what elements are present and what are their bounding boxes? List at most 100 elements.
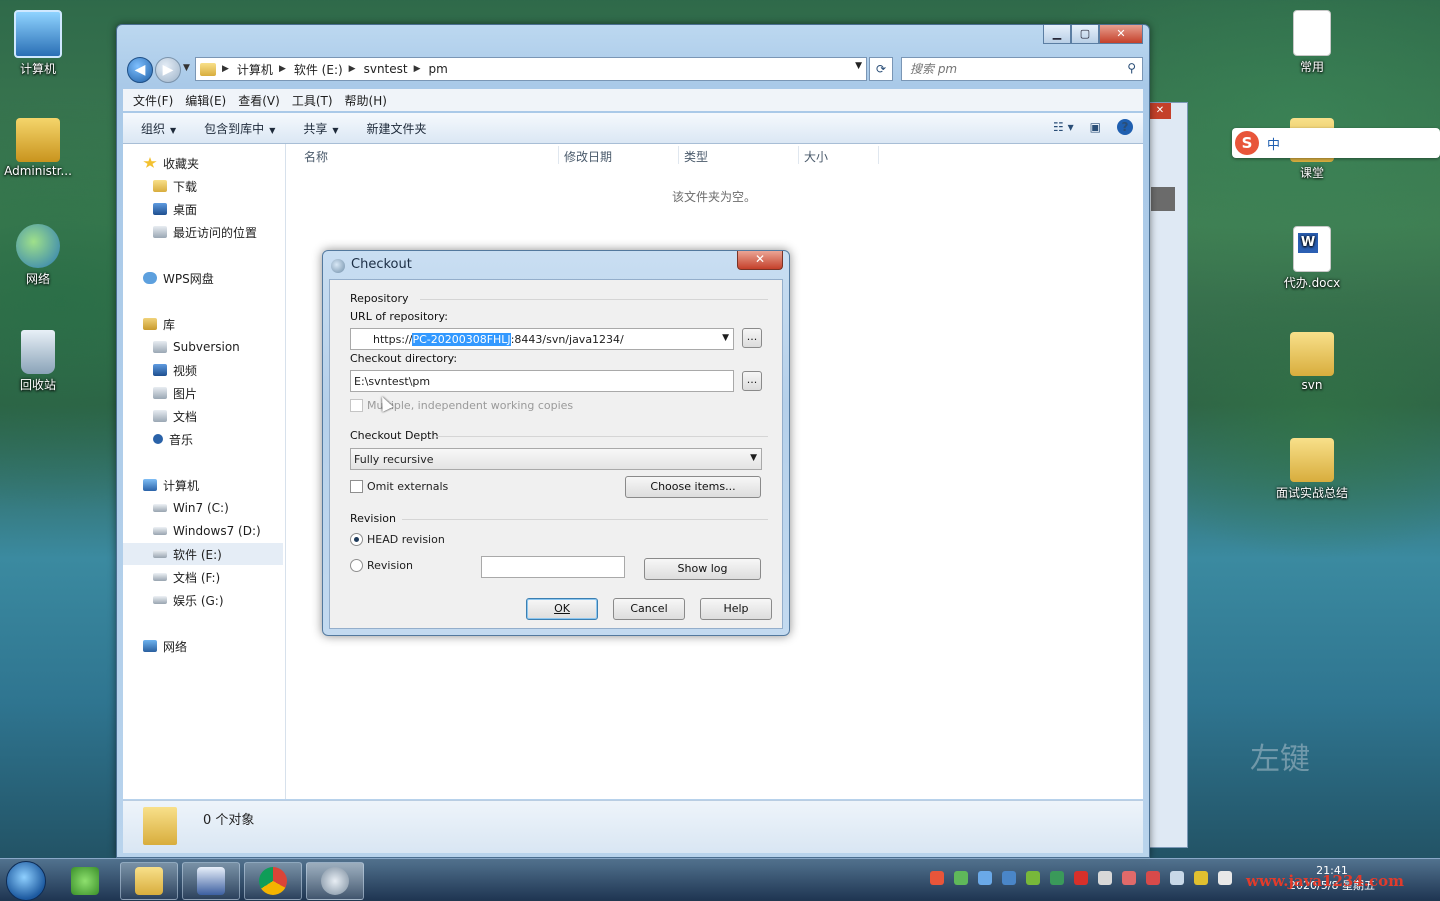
column-divider[interactable]: [678, 146, 679, 164]
share-button[interactable]: 共享 ▼: [303, 120, 338, 137]
search-input[interactable]: [908, 58, 1112, 80]
revision-input[interactable]: [481, 556, 625, 578]
nav-network[interactable]: 网络: [143, 635, 303, 657]
taskbar-tortoisesvn[interactable]: [306, 862, 364, 900]
chevron-down-icon[interactable]: ▼: [722, 333, 729, 343]
column-divider[interactable]: [558, 146, 559, 164]
help-icon[interactable]: ?: [1117, 119, 1133, 135]
show-log-button[interactable]: Show log: [644, 558, 761, 580]
ime-toolbar[interactable]: S 中: [1232, 128, 1440, 158]
checkbox-box: [350, 399, 363, 412]
breadcrumb-pm[interactable]: pm: [429, 62, 448, 76]
background-window[interactable]: ✕: [1148, 102, 1188, 848]
checkout-depth-group-label: Checkout Depth: [350, 429, 439, 442]
browse-repository-button[interactable]: ...: [742, 328, 762, 348]
scrollbar-thumb[interactable]: [1151, 187, 1175, 211]
breadcrumb-svntest[interactable]: svntest: [364, 62, 408, 76]
history-dropdown-icon[interactable]: ▼: [183, 63, 190, 73]
menu-tools[interactable]: 工具(T): [292, 92, 333, 109]
menu-view[interactable]: 查看(V): [238, 92, 280, 109]
cancel-button[interactable]: Cancel: [613, 598, 685, 620]
cube-icon[interactable]: [1002, 871, 1016, 885]
nav-label: 视频: [173, 363, 198, 378]
document-icon: [153, 410, 167, 422]
shield-icon[interactable]: [954, 871, 968, 885]
chevron-right-icon[interactable]: ▶: [349, 64, 356, 74]
nav-computer[interactable]: 计算机: [143, 474, 303, 496]
close-icon[interactable]: ✕: [1149, 103, 1171, 119]
search-icon[interactable]: ⚲: [1127, 61, 1136, 75]
column-header-date[interactable]: 修改日期: [564, 148, 612, 165]
revision-radio[interactable]: Revision: [350, 559, 413, 572]
menu-edit[interactable]: 编辑(E): [185, 92, 226, 109]
refresh-button[interactable]: ⟳: [869, 57, 893, 81]
taskbar-chrome[interactable]: [244, 862, 302, 900]
chevron-right-icon[interactable]: ▶: [414, 64, 421, 74]
desktop-icon-administrator[interactable]: Administr...: [0, 118, 78, 178]
flower-icon[interactable]: [1122, 871, 1136, 885]
desktop-icon-network[interactable]: 网络: [0, 224, 78, 287]
plus-icon[interactable]: [1194, 871, 1208, 885]
nav-wps-cloud[interactable]: WPS网盘: [143, 267, 303, 289]
ok-button[interactable]: OK: [526, 598, 598, 620]
breadcrumb-computer[interactable]: 计算机: [237, 61, 273, 78]
menu-file[interactable]: 文件(F): [133, 92, 173, 109]
desktop-icon-changyong[interactable]: 常用: [1272, 10, 1352, 75]
breadcrumb-drive-e[interactable]: 软件 (E:): [294, 61, 343, 78]
vm-icon[interactable]: [1050, 871, 1064, 885]
back-button[interactable]: ◀: [127, 57, 153, 83]
preview-pane-icon[interactable]: ▣: [1090, 120, 1101, 134]
nvidia-icon[interactable]: [1026, 871, 1040, 885]
volume-icon[interactable]: [1218, 871, 1232, 885]
column-header-name[interactable]: 名称: [304, 148, 328, 165]
nav-drive-e[interactable]: 软件 (E:): [123, 543, 283, 565]
desktop-icon-recycle-bin[interactable]: 回收站: [0, 330, 78, 393]
close-button[interactable]: ✕: [1099, 25, 1143, 44]
network-tray-icon[interactable]: [978, 871, 992, 885]
nav-favorites[interactable]: 收藏夹: [143, 152, 303, 174]
address-bar[interactable]: ▶ 计算机 ▶ 软件 (E:) ▶ svntest ▶ pm ▼: [195, 57, 867, 81]
antivirus-icon[interactable]: [1146, 871, 1160, 885]
taskbar-explorer[interactable]: [120, 862, 178, 900]
head-revision-radio[interactable]: HEAD revision: [350, 533, 445, 546]
column-divider[interactable]: [798, 146, 799, 164]
view-options-icon[interactable]: ☷ ▾: [1053, 120, 1074, 134]
ime-mode-label[interactable]: 中: [1267, 134, 1280, 153]
forward-button[interactable]: ▶: [155, 57, 181, 83]
url-combobox[interactable]: https://PC-20200308FHLJ:8443/svn/java123…: [350, 328, 734, 350]
checkout-depth-select[interactable]: Fully recursive ▼: [350, 448, 762, 470]
taskbar-ide[interactable]: [182, 862, 240, 900]
desktop-icon-interview[interactable]: 面试实战总结: [1272, 438, 1352, 501]
menu-help[interactable]: 帮助(H): [345, 92, 387, 109]
desktop-icon-svn[interactable]: svn: [1272, 332, 1352, 392]
desktop-icon-daiban-docx[interactable]: 代办.docx: [1272, 226, 1352, 291]
chevron-right-icon[interactable]: ▶: [279, 64, 286, 74]
thermometer-icon[interactable]: [1098, 871, 1112, 885]
include-in-library-button[interactable]: 包含到库中 ▼: [204, 120, 275, 137]
choose-items-button[interactable]: Choose items...: [625, 476, 761, 498]
chevron-down-icon[interactable]: ▼: [855, 61, 862, 71]
sogou-tray-icon[interactable]: [930, 871, 944, 885]
column-divider[interactable]: [878, 146, 879, 164]
minimize-button[interactable]: ▁: [1043, 25, 1071, 44]
chevron-down-icon[interactable]: ▼: [750, 453, 757, 463]
chevron-right-icon[interactable]: ▶: [222, 64, 229, 74]
browse-directory-button[interactable]: ...: [742, 371, 762, 391]
new-folder-button[interactable]: 新建文件夹: [367, 120, 427, 137]
taskbar-360-security[interactable]: [56, 862, 114, 900]
search-box[interactable]: ⚲: [901, 57, 1143, 81]
desktop-icon-computer[interactable]: 计算机: [0, 10, 78, 77]
checkout-directory-field[interactable]: E:\svntest\pm: [350, 370, 734, 392]
organize-button[interactable]: 组织 ▼: [141, 120, 176, 137]
column-header-size[interactable]: 大小: [804, 148, 828, 165]
maximize-button[interactable]: ▢: [1071, 25, 1099, 44]
nav-libraries[interactable]: 库: [143, 313, 303, 335]
column-header-type[interactable]: 类型: [684, 148, 708, 165]
s-app-icon[interactable]: [1074, 871, 1088, 885]
start-button[interactable]: [6, 861, 46, 901]
nav-label: 收藏夹: [163, 156, 200, 171]
display-icon[interactable]: [1170, 871, 1184, 885]
close-button[interactable]: ✕: [737, 251, 783, 270]
help-button[interactable]: Help: [700, 598, 772, 620]
omit-externals-checkbox[interactable]: Omit externals: [350, 480, 448, 493]
